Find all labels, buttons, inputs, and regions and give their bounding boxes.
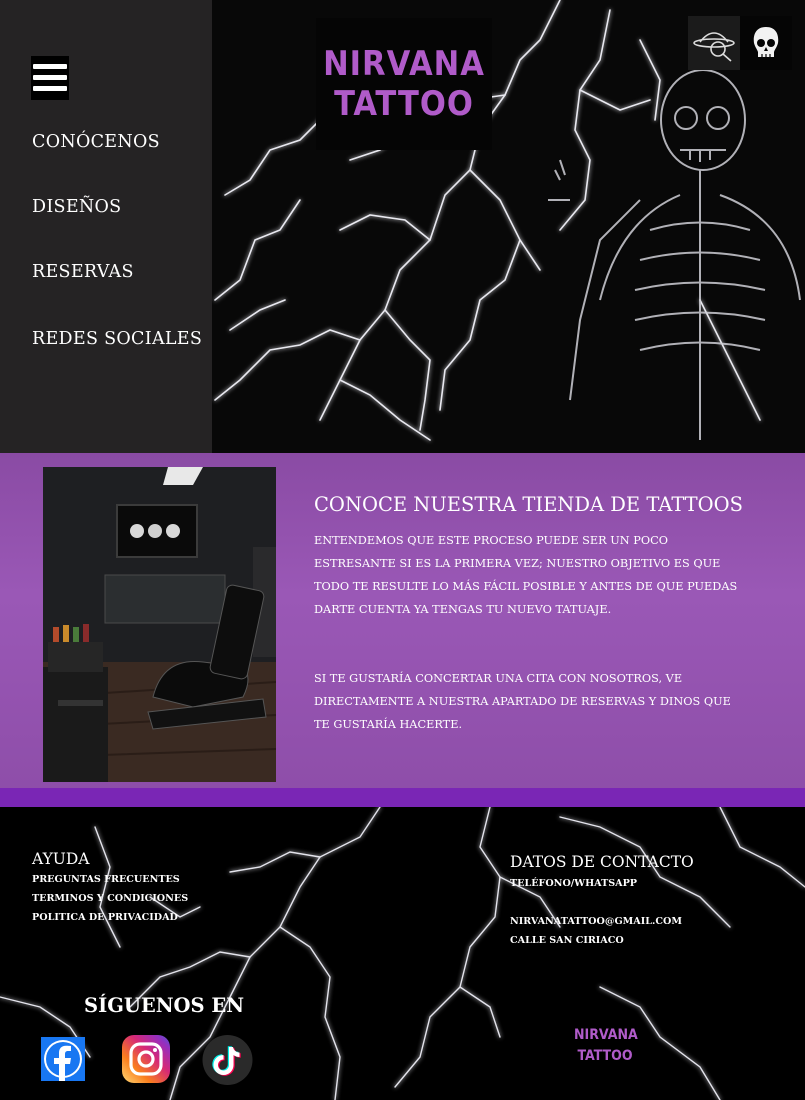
nav-link-disenos[interactable]: DISEÑOS	[32, 197, 121, 217]
section-divider	[0, 788, 805, 807]
about-title: CONOCE NUESTRA TIENDA DE TATTOOS	[314, 493, 744, 516]
link-preguntas-frecuentes[interactable]: PREGUNTAS FRECUENTES	[32, 874, 180, 885]
about-section: CONOCE NUESTRA TIENDA DE TATTOOS ENTENDE…	[0, 453, 805, 807]
footer-logo-line-1: NIRVANA	[574, 1027, 638, 1043]
follow-title: SÍGUENOS EN	[84, 994, 245, 1017]
link-terminos-condiciones[interactable]: TERMINOS Y CONDICIONES	[32, 893, 188, 904]
contact-title: DATOS DE CONTACTO	[510, 853, 694, 871]
logo-line-1: NIRVANA	[323, 44, 485, 84]
logo-line-2: TATTOO	[334, 84, 474, 124]
contact-email[interactable]: NIRVANATATTOO@GMAIL.COM	[510, 916, 682, 927]
sidebar-nav: CONÓCENOS DISEÑOS RESERVAS REDES SOCIALE…	[0, 0, 212, 453]
instagram-icon[interactable]	[122, 1035, 170, 1083]
footer-logo[interactable]: NIRVANA TATTOO	[574, 1025, 638, 1067]
about-paragraph-2: SI TE GUSTARÍA CONCERTAR UNA CITA CON NO…	[314, 672, 731, 731]
link-politica-privacidad[interactable]: POLITICA DE PRIVACIDAD	[32, 912, 178, 923]
footer: AYUDA PREGUNTAS FRECUENTES TERMINOS Y CO…	[0, 807, 805, 1100]
hero-banner: CONÓCENOS DISEÑOS RESERVAS REDES SOCIALE…	[0, 0, 805, 453]
contact-address: CALLE SAN CIRIACO	[510, 935, 624, 946]
nav-link-conocenos[interactable]: CONÓCENOS	[32, 132, 160, 152]
footer-logo-line-2: TATTOO	[577, 1048, 633, 1064]
nav-link-redes-sociales[interactable]: REDES SOCIALES	[32, 329, 202, 349]
facebook-icon[interactable]	[41, 1037, 85, 1081]
skull-icon[interactable]	[740, 16, 792, 70]
studio-photo	[43, 467, 276, 782]
help-title: AYUDA	[32, 850, 90, 868]
nav-link-reservas[interactable]: RESERVAS	[32, 262, 134, 282]
tiktok-icon[interactable]	[202, 1035, 253, 1085]
lightning-footer-image	[0, 807, 805, 1100]
hat-search-icon[interactable]	[688, 16, 740, 70]
hamburger-menu-icon[interactable]	[31, 56, 69, 100]
contact-phone-label: TELÉFONO/WHATSAPP	[510, 878, 638, 889]
header-logo[interactable]: NIRVANA TATTOO	[316, 18, 492, 150]
about-paragraph-1: ENTENDEMOS QUE ESTE PROCESO PUEDE SER UN…	[314, 534, 738, 616]
